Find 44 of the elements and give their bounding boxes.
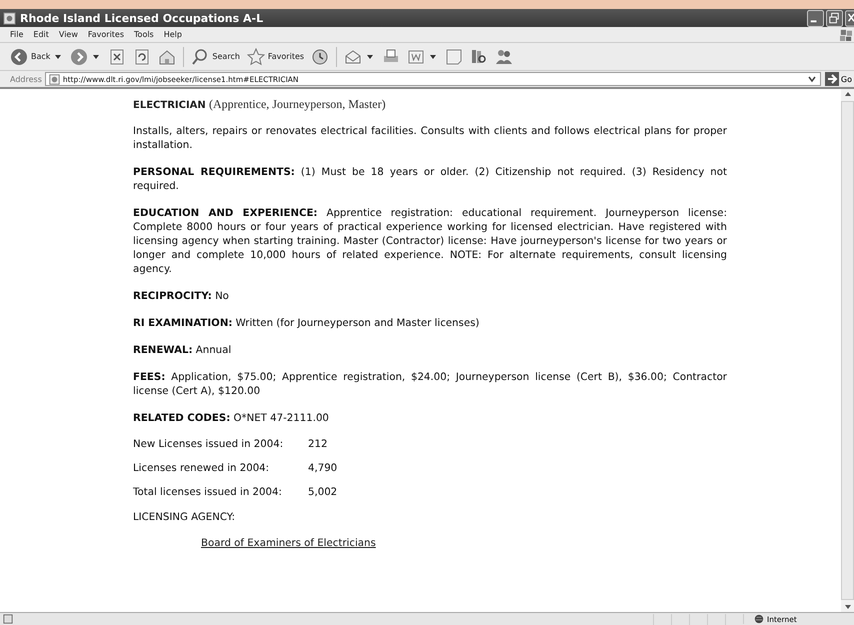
back-icon xyxy=(10,48,28,66)
paragraph: FEES: Application, $75.00; Apprentice registration, $24.00; Journeyperson license (Cert B), $36.00; Contractor license (Cert A), $120.00 xyxy=(133,371,727,399)
stat-value: 5,002 xyxy=(308,487,338,498)
dropdown-arrow-icon[interactable] xyxy=(367,54,374,58)
dropdown-arrow-icon[interactable] xyxy=(430,54,436,58)
close-button[interactable] xyxy=(845,10,854,26)
minimize-button[interactable] xyxy=(807,10,824,26)
paragraph: RENEWAL: Annual xyxy=(133,344,232,358)
address-label: Address xyxy=(10,74,42,84)
paragraph: Installs, alters, repairs or renovates electrical facilities. Consults with clients and follows electrical plans for proper installation. xyxy=(133,125,727,153)
stat-label: Total licenses issued in 2004: xyxy=(133,487,283,498)
stat-label: New Licenses issued in 2004: xyxy=(133,439,284,450)
go-button[interactable]: Go xyxy=(820,72,854,86)
paragraph: PERSONAL REQUIREMENTS: (1) Must be 18 years or older. (2) Citizenship not required. (3) Residency not required. xyxy=(133,166,727,194)
windows-logo-icon xyxy=(839,28,853,40)
menu-item[interactable]: File xyxy=(10,30,24,39)
dropdown-arrow-icon[interactable] xyxy=(55,54,62,58)
restore-button[interactable] xyxy=(826,10,843,26)
star-icon xyxy=(246,48,265,66)
agency-link[interactable]: Board of Examiners of Electricians xyxy=(201,538,376,549)
menu-item[interactable]: Tools xyxy=(134,30,154,39)
section-title: ELECTRICIAN xyxy=(133,100,206,111)
menu-item[interactable]: View xyxy=(58,30,78,39)
favorites-button[interactable]: Favorites xyxy=(244,48,306,66)
paragraph: RELATED CODES: O*NET 47-2111.00 xyxy=(133,412,330,426)
globe-icon xyxy=(754,614,764,624)
menu-item[interactable]: Help xyxy=(164,30,182,39)
paragraph: RECIPROCITY: No xyxy=(133,290,230,304)
page-icon xyxy=(48,74,60,84)
search-button[interactable]: Search xyxy=(189,48,242,66)
section-subtitle: (Apprentice, Journeyperson, Master) xyxy=(208,97,386,111)
search-icon xyxy=(191,48,210,66)
paragraph: EDUCATION AND EXPERIENCE: Apprentice registration: educational requirement. Journeyperson license: Complete 8000 hours or four years of practical experience working for licensed electrician. Have registered with licensing agency when starting training. Master (Contractor) license: Have journeyperson's license for two years or longer and complete 10,000 hours of related experience. NOTE: For alternate requirements, consult licensing agency. xyxy=(133,207,727,277)
stat-value: 212 xyxy=(308,439,328,450)
menu-item[interactable]: Edit xyxy=(33,30,49,39)
stat-value: 4,790 xyxy=(308,463,338,474)
paragraph: RI EXAMINATION: Written (for Journeyperson and Master licenses) xyxy=(133,317,480,331)
menu-item[interactable]: Favorites xyxy=(88,30,124,39)
stat-label: Licenses renewed in 2004: xyxy=(133,463,270,474)
paragraph: LICENSING AGENCY: xyxy=(133,511,236,525)
window-title: Rhode Island Licensed Occupations A-L xyxy=(20,12,264,24)
page-icon xyxy=(3,12,16,24)
back-button[interactable]: Back xyxy=(8,48,52,66)
dropdown-arrow-icon[interactable] xyxy=(93,54,100,58)
